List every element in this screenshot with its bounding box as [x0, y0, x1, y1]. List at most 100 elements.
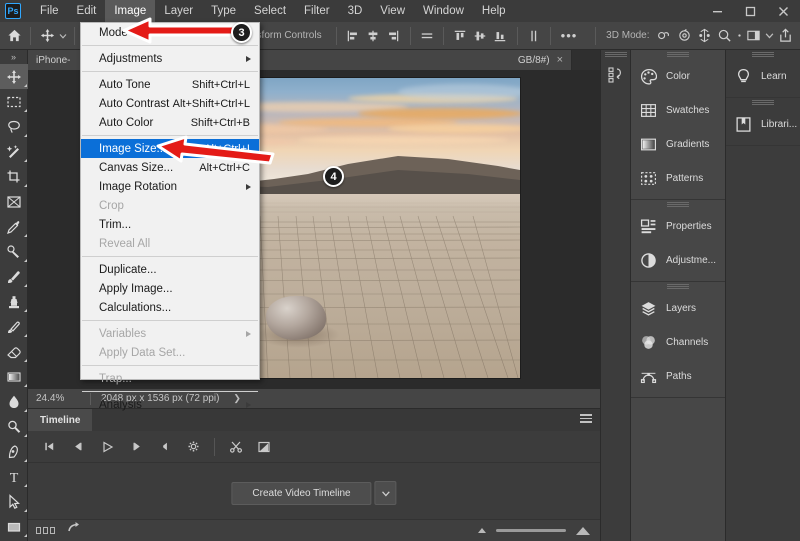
menu-item-auto-contrast[interactable]: Auto Contrast Alt+Shift+Ctrl+L	[81, 94, 259, 113]
panel-grip[interactable]	[631, 282, 725, 291]
panel-tab-swatches[interactable]: Swatches	[631, 93, 725, 127]
menu-item-duplicate[interactable]: Duplicate...	[81, 260, 259, 279]
blur-tool[interactable]	[0, 389, 28, 414]
split-at-playhead-icon[interactable]	[223, 434, 249, 460]
pen-tool[interactable]	[0, 439, 28, 464]
panel-grip[interactable]	[726, 98, 800, 107]
panel-grip[interactable]	[726, 50, 800, 59]
menu-file[interactable]: File	[31, 0, 68, 22]
roll-3d-icon[interactable]	[674, 24, 694, 48]
create-video-timeline-button[interactable]: Create Video Timeline	[231, 481, 372, 505]
panel-tab-layers[interactable]: Layers	[631, 291, 725, 325]
panel-tab-gradients[interactable]: Gradients	[631, 127, 725, 161]
thumbnail-grid-icon[interactable]	[36, 527, 55, 534]
rotate-3d-icon[interactable]	[654, 24, 674, 48]
transition-icon[interactable]	[251, 434, 277, 460]
minimize-button[interactable]	[701, 0, 734, 22]
workspace-switcher-icon[interactable]	[743, 24, 763, 48]
align-left-edges-icon[interactable]	[342, 24, 362, 48]
panel-tab-adjustme[interactable]: Adjustme...	[631, 243, 725, 277]
panel-tab-properties[interactable]: Properties	[631, 209, 725, 243]
menu-item-trim[interactable]: Trim...	[81, 215, 259, 234]
chevron-down-icon[interactable]	[764, 24, 776, 48]
panel-grip[interactable]	[631, 50, 725, 59]
menu-item-calculations[interactable]: Calculations...	[81, 298, 259, 317]
menu-help[interactable]: Help	[473, 0, 515, 22]
go-to-previous-frame-icon[interactable]	[64, 434, 90, 460]
zoom-out-icon[interactable]	[478, 528, 486, 533]
scale-3d-icon[interactable]	[735, 24, 743, 48]
settings-gear-icon[interactable]	[180, 434, 206, 460]
menu-view[interactable]: View	[371, 0, 414, 22]
menu-item-auto-tone[interactable]: Auto Tone Shift+Ctrl+L	[81, 75, 259, 94]
eyedropper-tool[interactable]	[0, 214, 28, 239]
panel-tab-channels[interactable]: Channels	[631, 325, 725, 359]
move-tool[interactable]	[0, 64, 28, 89]
menu-item-auto-color[interactable]: Auto Color Shift+Ctrl+B	[81, 113, 259, 132]
rectangle-tool[interactable]	[0, 514, 28, 539]
history-snapshot-icon[interactable]	[601, 59, 630, 85]
expand-toolbar-icon[interactable]: »	[0, 50, 27, 64]
menu-edit[interactable]: Edit	[68, 0, 106, 22]
menu-item-adjustments[interactable]: Adjustments	[81, 49, 259, 68]
menu-window[interactable]: Window	[414, 0, 473, 22]
menu-layer[interactable]: Layer	[155, 0, 202, 22]
panel-tab-color[interactable]: Color	[631, 59, 725, 93]
spot-healing-brush-tool[interactable]	[0, 239, 28, 264]
menu-item-image-size[interactable]: Image Size... Alt+Ctrl+I	[81, 139, 259, 158]
close-button[interactable]	[767, 0, 800, 22]
panel-tab-learn[interactable]: Learn	[726, 59, 800, 93]
zoom-in-icon[interactable]	[576, 526, 590, 535]
align-horizontal-centers-icon[interactable]	[363, 24, 383, 48]
render-video-icon[interactable]	[67, 521, 81, 540]
image-menu-dropdown[interactable]: Mode Adjustments Auto Tone Shift+Ctrl+L Auto…	[80, 22, 260, 411]
align-vertical-centers-icon[interactable]	[470, 24, 490, 48]
go-to-first-frame-icon[interactable]	[36, 434, 62, 460]
home-icon[interactable]	[4, 24, 24, 48]
audio-icon[interactable]	[152, 434, 178, 460]
menu-select[interactable]: Select	[245, 0, 295, 22]
maximize-button[interactable]	[734, 0, 767, 22]
frame-tool[interactable]	[0, 189, 28, 214]
align-bottom-edges-icon[interactable]	[490, 24, 510, 48]
eraser-tool[interactable]	[0, 339, 28, 364]
gradient-tool[interactable]	[0, 364, 28, 389]
panel-grip[interactable]	[601, 50, 630, 59]
lasso-tool[interactable]	[0, 114, 28, 139]
menu-type[interactable]: Type	[202, 0, 245, 22]
share-icon[interactable]	[776, 24, 796, 48]
more-options-button[interactable]: •••	[561, 28, 578, 43]
play-icon[interactable]	[92, 434, 122, 460]
panel-grip[interactable]	[631, 200, 725, 209]
distribute-vertically-icon[interactable]	[523, 24, 543, 48]
panel-menu-icon[interactable]	[580, 414, 592, 425]
slide-3d-icon[interactable]	[715, 24, 735, 48]
move-tool-icon[interactable]	[37, 24, 57, 48]
rectangular-marquee-tool[interactable]	[0, 89, 28, 114]
panel-tab-patterns[interactable]: Patterns	[631, 161, 725, 195]
dodge-tool[interactable]	[0, 414, 28, 439]
menu-item-apply-image[interactable]: Apply Image...	[81, 279, 259, 298]
history-brush-tool[interactable]	[0, 314, 28, 339]
clone-stamp-tool[interactable]	[0, 289, 28, 314]
menu-item-canvas-size[interactable]: Canvas Size... Alt+Ctrl+C	[81, 158, 259, 177]
tool-preset-chevron-icon[interactable]	[58, 24, 68, 48]
crop-tool[interactable]	[0, 164, 28, 189]
go-to-next-frame-icon[interactable]	[124, 434, 150, 460]
menu-item-analysis[interactable]: Analysis	[81, 395, 259, 414]
menu-item-image-rotation[interactable]: Image Rotation	[81, 177, 259, 196]
timeline-zoom-slider[interactable]	[478, 526, 590, 535]
distribute-horizontally-icon[interactable]	[416, 24, 436, 48]
menu-filter[interactable]: Filter	[295, 0, 339, 22]
align-right-edges-icon[interactable]	[383, 24, 403, 48]
align-top-edges-icon[interactable]	[450, 24, 470, 48]
menu-image[interactable]: Image	[105, 0, 156, 22]
panel-tab-librari[interactable]: Librari...	[726, 107, 800, 141]
panel-tab-paths[interactable]: Paths	[631, 359, 725, 393]
zoom-slider-track[interactable]	[496, 529, 566, 532]
object-selection-tool[interactable]	[0, 139, 28, 164]
horizontal-type-tool[interactable]: T	[0, 464, 28, 489]
create-timeline-dropdown-icon[interactable]	[374, 481, 397, 505]
path-selection-tool[interactable]	[0, 489, 28, 514]
drag-3d-icon[interactable]	[694, 24, 714, 48]
